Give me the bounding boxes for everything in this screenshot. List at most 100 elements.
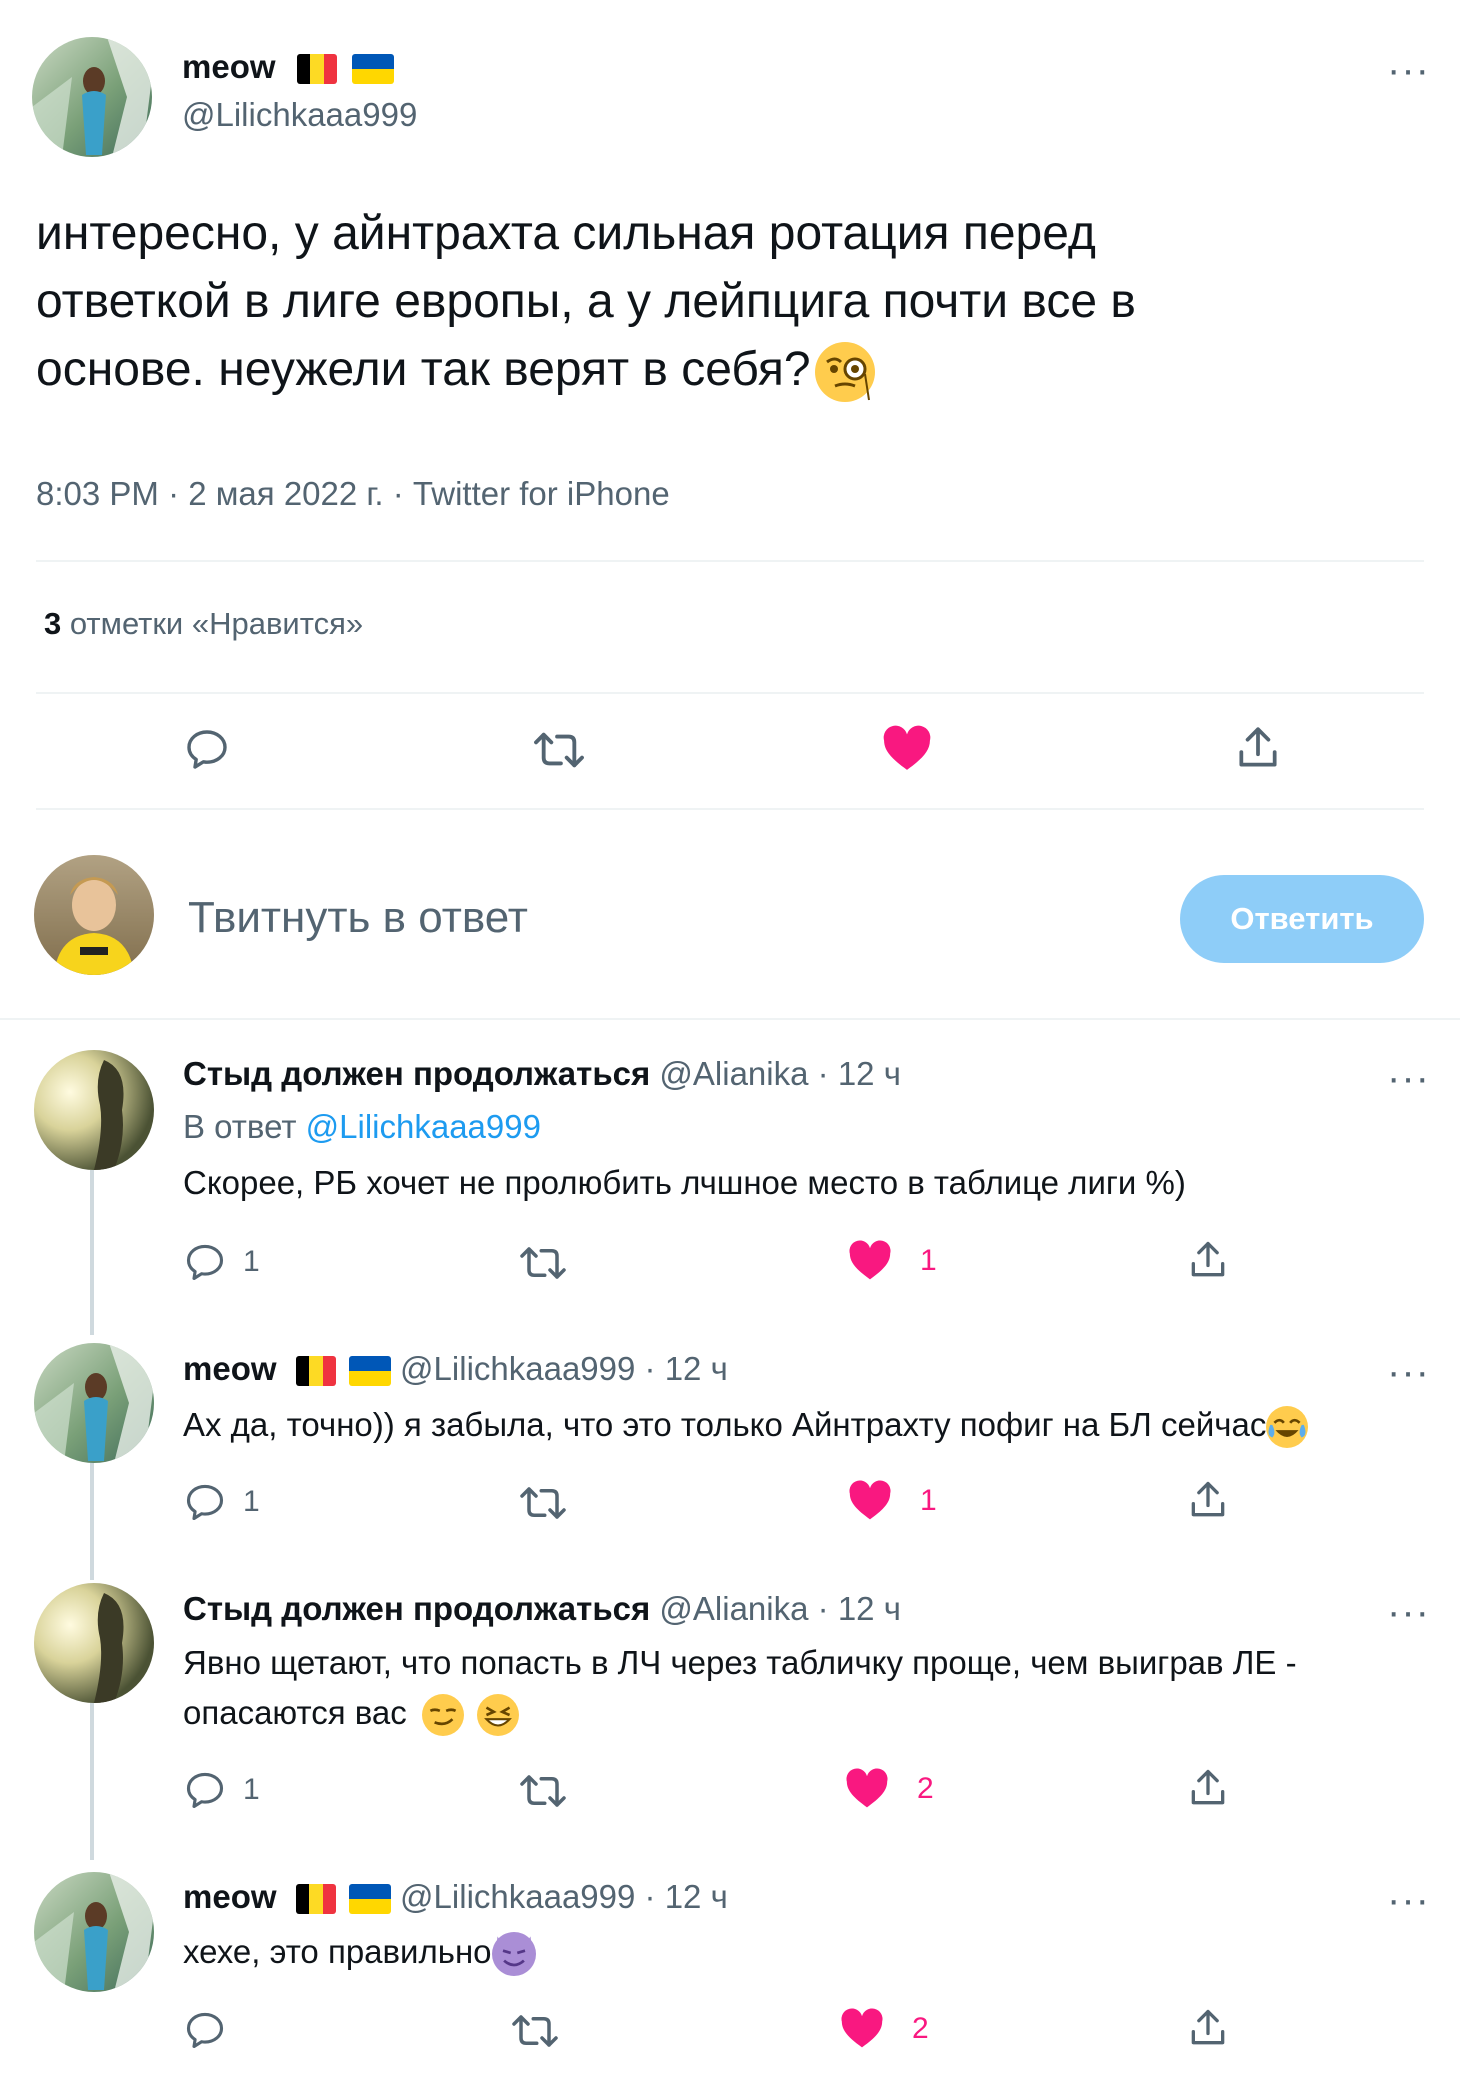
reply-author-name[interactable]: meow <box>183 1350 277 1387</box>
heart-filled-icon <box>883 725 931 770</box>
like-button[interactable]: 1 <box>848 1240 937 1282</box>
heart-filled-icon <box>846 1768 888 1808</box>
more-options-icon[interactable]: ··· <box>1387 1880 1430 1920</box>
heart-filled-icon <box>849 1240 891 1280</box>
reply-author-name[interactable]: Стыд должен продолжаться <box>183 1590 650 1627</box>
retweet-button[interactable] <box>518 1482 568 1524</box>
divider <box>36 692 1424 694</box>
reply-avatar[interactable] <box>34 1050 154 1170</box>
current-user-avatar[interactable] <box>34 855 154 975</box>
retweet-icon <box>520 1487 566 1519</box>
reply-icon <box>186 1484 224 1521</box>
avatar-image <box>34 1050 154 1170</box>
avatar-image <box>32 37 152 157</box>
reply-button[interactable]: 1 <box>183 1480 260 1524</box>
like-count: 2 <box>912 2012 929 2045</box>
reply-icon <box>187 730 227 769</box>
reply-avatar[interactable] <box>34 1343 154 1463</box>
share-icon <box>1191 1769 1225 1805</box>
reply-author-name[interactable]: meow <box>183 1878 277 1915</box>
share-button[interactable] <box>1186 1766 1230 1810</box>
reply-button[interactable]: 1 <box>183 1240 260 1284</box>
retweet-button[interactable] <box>532 727 586 773</box>
reply-time[interactable]: · 12 ч <box>818 1055 901 1092</box>
like-count: 1 <box>920 1244 937 1277</box>
share-button[interactable] <box>1233 723 1283 773</box>
divider <box>36 808 1424 810</box>
reply-time[interactable]: · 12 ч <box>645 1350 728 1387</box>
reply-text: Скорее, РБ хочет не пролюбить лчшное мес… <box>183 1164 1186 1201</box>
retweet-icon <box>534 732 584 768</box>
more-options-icon[interactable]: ··· <box>1387 1352 1430 1392</box>
like-button[interactable] <box>882 725 932 773</box>
more-options-icon[interactable]: ··· <box>1387 1592 1430 1632</box>
like-button[interactable]: 1 <box>848 1480 937 1522</box>
share-button[interactable] <box>1186 1238 1230 1282</box>
reply-header: meow @Lilichkaaa999 · 12 ч <box>183 1350 728 1388</box>
tweet-text-line: основе. неужели так верят в себя? <box>36 343 811 396</box>
author-avatar[interactable] <box>32 37 152 157</box>
retweet-button[interactable] <box>518 1770 568 1812</box>
reply-time[interactable]: · 12 ч <box>818 1590 901 1627</box>
heart-filled-icon <box>841 2008 883 2048</box>
belgium-flag-icon <box>295 1884 336 1915</box>
author-display-name[interactable]: meow <box>182 48 276 85</box>
reply-button[interactable]: 1 <box>183 1768 260 1812</box>
likes-summary[interactable]: 3 отметки «Нравится» <box>44 606 363 642</box>
reply-button[interactable] <box>183 2008 227 2052</box>
reply-text-block: Явно щетают, что попасть в ЛЧ через табл… <box>183 1638 1297 1738</box>
retweet-button[interactable] <box>518 1242 568 1284</box>
tweet-text: интересно, у айнтрахта сильная ротация п… <box>36 200 1136 404</box>
reply-author-handle[interactable]: @Lilichkaaa999 <box>400 1878 635 1915</box>
author-name-row: meow <box>182 48 394 86</box>
like-button[interactable]: 2 <box>845 1768 934 1810</box>
belgium-flag-icon <box>295 1356 336 1387</box>
thread-connector <box>90 1170 94 1335</box>
like-count: 1 <box>920 1484 937 1517</box>
reply-avatar[interactable] <box>34 1872 154 1992</box>
reply-author-name[interactable]: Стыд должен продолжаться <box>183 1055 650 1092</box>
reply-author-handle[interactable]: @Alianika <box>659 1590 808 1627</box>
reply-to-handle[interactable]: @Lilichkaaa999 <box>306 1108 541 1145</box>
reply-text-block: хехе, это правильно <box>183 1927 536 1977</box>
retweet-icon <box>520 1247 566 1279</box>
tweet-text-line: интересно, у айнтрахта сильная ротация п… <box>36 207 1096 260</box>
share-icon <box>1239 727 1277 767</box>
thread-connector <box>90 1460 94 1580</box>
avatar-image <box>34 1343 154 1463</box>
author-handle[interactable]: @Lilichkaaa999 <box>182 96 417 134</box>
reply-icon <box>186 1244 224 1281</box>
reply-author-handle[interactable]: @Lilichkaaa999 <box>400 1350 635 1387</box>
reply-avatar[interactable] <box>34 1583 154 1703</box>
ukraine-flag-icon <box>348 1356 391 1387</box>
face-with-tears-of-joy-icon <box>1266 1406 1309 1449</box>
reply-text: хехе, это правильно <box>183 1933 492 1970</box>
reply-to-line: В ответ @Lilichkaaa999 <box>183 1108 541 1146</box>
reply-header: meow @Lilichkaaa999 · 12 ч <box>183 1878 728 1916</box>
face-with-monocle-icon <box>814 342 875 403</box>
retweet-button[interactable] <box>510 2010 560 2052</box>
share-button[interactable] <box>1186 2006 1230 2050</box>
reply-compose-input[interactable]: Твитнуть в ответ <box>188 893 528 943</box>
reply-button[interactable] <box>183 725 231 773</box>
belgium-flag-icon <box>296 54 337 85</box>
divider <box>36 560 1424 562</box>
share-button[interactable] <box>1186 1478 1230 1522</box>
more-options-icon[interactable]: ··· <box>1387 50 1430 90</box>
grinning-squinting-face-icon <box>477 1694 520 1737</box>
reply-text-line: опасаются вас <box>183 1694 407 1731</box>
retweet-icon <box>512 2015 558 2047</box>
likes-count: 3 <box>44 606 62 641</box>
reply-time[interactable]: · 12 ч <box>645 1878 728 1915</box>
heart-filled-icon <box>849 1480 891 1520</box>
reply-count: 1 <box>243 1245 260 1278</box>
like-button[interactable]: 2 <box>840 2008 929 2050</box>
ukraine-flag-icon <box>351 54 394 85</box>
reply-header: Стыд должен продолжаться @Alianika · 12 … <box>183 1590 901 1628</box>
reply-text-block: Ах да, точно)) я забыла, что это только … <box>183 1400 1309 1450</box>
smirking-face-icon <box>421 1694 464 1737</box>
share-icon <box>1191 1481 1225 1517</box>
more-options-icon[interactable]: ··· <box>1387 1058 1430 1098</box>
reply-author-handle[interactable]: @Alianika <box>659 1055 808 1092</box>
reply-submit-button[interactable]: Ответить <box>1180 875 1424 963</box>
